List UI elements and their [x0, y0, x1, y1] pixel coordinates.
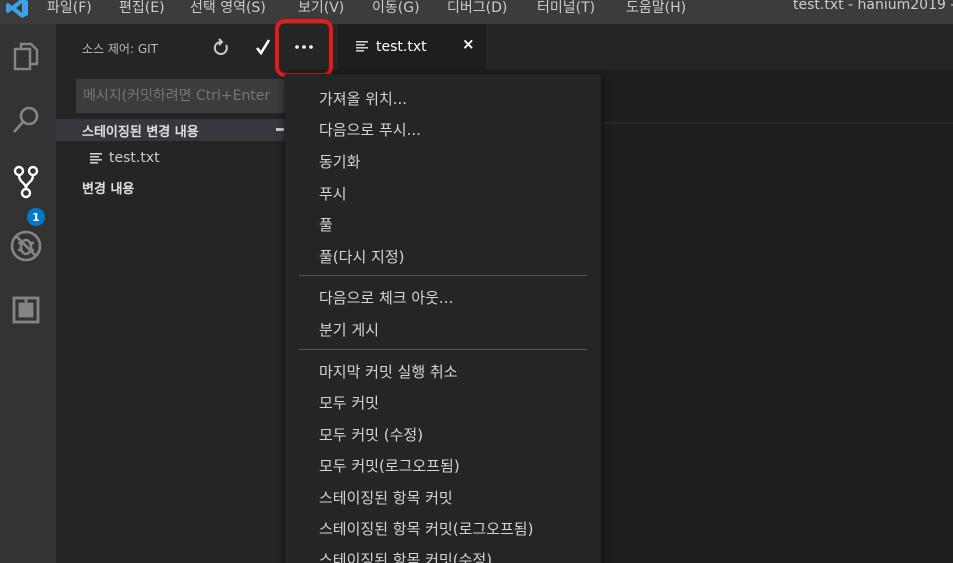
commit-message-input[interactable] — [76, 79, 288, 113]
more-actions-menu: 가져올 위치... 다음으로 푸시... 동기화 푸시 풀 풀(다시 지정) 다… — [285, 74, 601, 563]
search-icon[interactable] — [8, 102, 44, 138]
text-file-icon — [90, 153, 102, 164]
editor-divider — [600, 122, 953, 124]
window-title: test.txt - hanium2019 - V — [793, 0, 953, 13]
menu-item-sync[interactable]: 동기화 — [319, 151, 360, 172]
staged-changes-group[interactable]: 스테이징된 변경 내용 — [56, 119, 288, 141]
menu-item-commit-staged-signed-off[interactable]: 스테이징된 항목 커밋(로그오프됨) — [319, 518, 533, 539]
scm-badge: 1 — [27, 208, 45, 226]
menu-item-pull[interactable]: 풀 — [319, 214, 333, 235]
menu-item-push-to[interactable]: 다음으로 푸시... — [319, 119, 421, 140]
staged-changes-label: 스테이징된 변경 내용 — [82, 125, 199, 140]
menu-help[interactable]: 도움말(H) — [626, 0, 686, 17]
refresh-button[interactable] — [210, 36, 232, 58]
menu-item-push[interactable]: 푸시 — [319, 183, 347, 204]
close-icon[interactable]: × — [462, 35, 475, 53]
title-bar: 파일(F) 편집(E) 선택 영역(S) 보기(V) 이동(G) 디버그(D) … — [0, 0, 953, 24]
menu-item-pull-from[interactable]: 가져올 위치... — [319, 88, 407, 109]
menu-item-pull-rebase[interactable]: 풀(다시 지정) — [319, 246, 404, 267]
changes-group[interactable]: 변경 내용 — [82, 178, 134, 197]
staged-file-name: test.txt — [109, 150, 160, 166]
debug-icon[interactable] — [8, 228, 44, 264]
menu-debug[interactable]: 디버그(D) — [447, 0, 507, 17]
menu-item-commit-staged-amend[interactable]: 스테이징된 항목 커밋(수정) — [319, 549, 492, 563]
menu-item-commit-all-amend[interactable]: 모두 커밋 (수정) — [319, 424, 423, 445]
scm-sidebar: 소스 제어: GIT 스테이징된 변경 내용 test.txt 변경 내용 — [56, 24, 288, 563]
highlight-box — [275, 19, 333, 77]
editor-tab-bar: test.txt × — [288, 24, 953, 70]
menu-item-publish-branch[interactable]: 분기 게시 — [319, 319, 379, 340]
menu-view[interactable]: 보기(V) — [298, 0, 344, 17]
menu-terminal[interactable]: 터미널(T) — [537, 0, 595, 17]
menu-separator — [299, 275, 587, 276]
menu-item-commit-all-signed-off[interactable]: 모두 커밋(로그오프됨) — [319, 455, 460, 476]
menu-edit[interactable]: 편집(E) — [119, 0, 165, 17]
source-control-icon[interactable] — [8, 164, 44, 200]
menu-file[interactable]: 파일(F) — [47, 0, 92, 17]
tab-test-txt[interactable]: test.txt × — [338, 24, 486, 70]
menu-item-checkout-to[interactable]: 다음으로 체크 아웃... — [319, 287, 453, 308]
scm-title: 소스 제어: GIT — [82, 42, 159, 56]
commit-check-button[interactable] — [252, 36, 274, 58]
menu-item-commit-all[interactable]: 모두 커밋 — [319, 392, 379, 413]
text-file-icon — [356, 41, 368, 52]
unstage-all-icon[interactable] — [276, 128, 284, 131]
menu-go[interactable]: 이동(G) — [372, 0, 420, 17]
menu-separator — [299, 349, 587, 350]
menu-selection[interactable]: 선택 영역(S) — [190, 0, 266, 17]
extensions-icon[interactable] — [8, 292, 44, 328]
staged-file-row[interactable]: test.txt — [56, 148, 288, 170]
menu-item-undo-last-commit[interactable]: 마지막 커밋 실행 취소 — [319, 361, 458, 382]
menu-item-commit-staged[interactable]: 스테이징된 항목 커밋 — [319, 487, 453, 508]
tab-label: test.txt — [376, 39, 427, 55]
vscode-logo-icon — [6, 0, 28, 18]
activity-bar: 1 — [0, 24, 56, 563]
explorer-icon[interactable] — [8, 38, 44, 74]
